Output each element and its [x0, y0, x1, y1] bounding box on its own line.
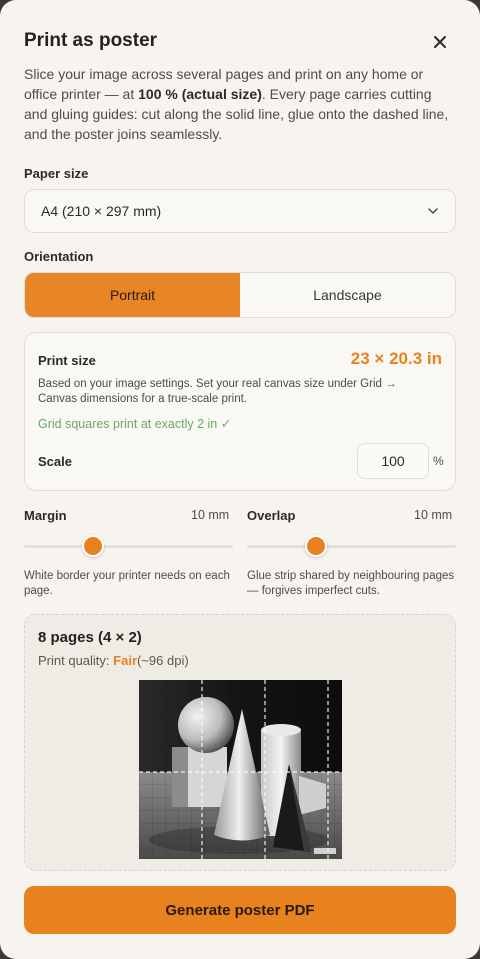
generate-poster-button[interactable]: Generate poster PDF	[24, 886, 456, 934]
margin-value: 10 mm	[191, 508, 230, 522]
print-size-description: Based on your image settings. Set your r…	[38, 378, 397, 405]
grid-note: Grid squares print at exactly 2 in ✓	[38, 417, 232, 431]
close-button[interactable]	[428, 30, 452, 54]
margin-help: White border your printer needs on each …	[24, 570, 230, 597]
dialog-title: Print as poster	[24, 30, 158, 51]
print-size-card: Print size 23 × 20.3 in Based on your im…	[24, 332, 456, 491]
poster-preview-image	[139, 680, 342, 859]
paper-size-label: Paper size	[24, 166, 89, 181]
paper-size-select[interactable]: A4 (210 × 297 mm)	[24, 189, 456, 233]
page-count: 8 pages (4 × 2)	[38, 629, 142, 646]
margin-slider-thumb[interactable]	[81, 535, 104, 557]
still-life-image	[139, 680, 342, 859]
scale-unit: %	[433, 454, 444, 468]
close-icon	[434, 36, 446, 48]
poster-preview: 8 pages (4 × 2) Print quality: Fair(~96 …	[24, 614, 456, 871]
print-quality: Print quality: Fair(~96 dpi)	[38, 653, 189, 668]
overlap-slider-track[interactable]	[247, 545, 456, 548]
overlap-value: 10 mm	[414, 508, 453, 522]
overlap-slider-thumb[interactable]	[304, 535, 327, 557]
overlap-help: Glue strip shared by neighbouring pages …	[247, 570, 455, 597]
paper-size-value: A4 (210 × 297 mm)	[41, 203, 162, 219]
orientation-label: Orientation	[24, 249, 94, 264]
print-size-label: Print size	[38, 353, 96, 368]
margin-slider-track[interactable]	[24, 545, 233, 548]
scale-label: Scale	[38, 454, 72, 469]
overlap-label: Overlap	[247, 508, 296, 523]
dialog-intro: Slice your image across several pages an…	[24, 64, 454, 144]
print-quality-value: Fair	[113, 653, 137, 668]
print-quality-label: Print quality:	[38, 653, 114, 668]
margin-label: Margin	[24, 508, 67, 523]
print-size-value: 23 × 20.3 in	[350, 349, 442, 368]
orientation-landscape[interactable]: Landscape	[240, 273, 455, 317]
print-poster-dialog: Print as poster Slice your image across …	[0, 0, 480, 959]
chevron-down-icon	[428, 208, 438, 215]
orientation-toggle: Portrait Landscape	[24, 272, 456, 318]
scale-input[interactable]	[357, 443, 429, 479]
intro-emphasis: 100 % (actual size)	[138, 86, 262, 102]
orientation-portrait[interactable]: Portrait	[25, 273, 240, 317]
print-quality-detail: (~96 dpi)	[137, 653, 189, 668]
